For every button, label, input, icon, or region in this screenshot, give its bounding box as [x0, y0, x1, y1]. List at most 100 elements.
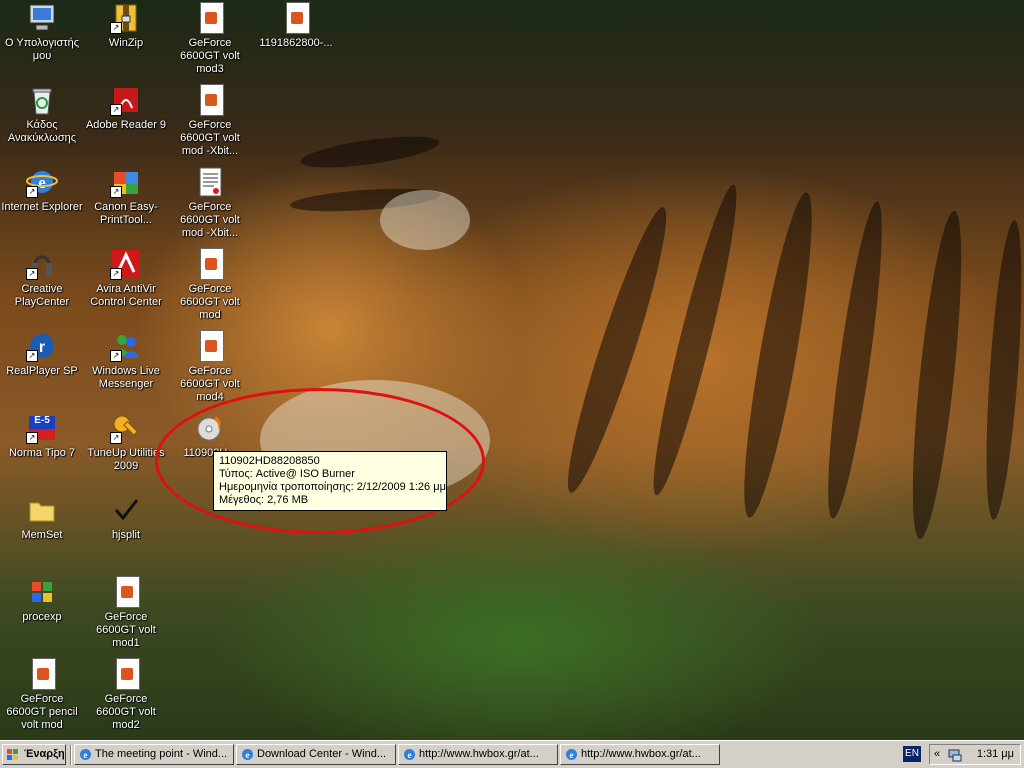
- shortcut-arrow-icon: ↗: [110, 186, 122, 198]
- desktop[interactable]: Ο Υπολογιστής μου Κάδος Ανακύκλωσης e ↗ …: [0, 0, 1024, 740]
- desktop-icon-geforce-mod[interactable]: GeForce 6600GT volt mod: [168, 248, 252, 322]
- checkmark-icon: [110, 494, 142, 526]
- tray-expand-button[interactable]: «: [934, 748, 940, 760]
- start-label: Έναρξη: [24, 748, 65, 760]
- icon-label: Norma Tipo 7: [8, 447, 76, 459]
- internet-explorer-icon: e: [80, 749, 91, 760]
- desktop-icon-hjsplit[interactable]: hjsplit: [84, 494, 168, 542]
- tooltip-type: Τύπος: Active@ ISO Burner: [219, 468, 355, 480]
- realplayer-icon: r ↗: [26, 330, 58, 362]
- icon-label: GeForce 6600GT volt mod -Xbit...: [180, 201, 240, 239]
- norma-tipo-icon: E-5 ↗: [26, 412, 58, 444]
- document-file-icon: [110, 576, 142, 608]
- wallpaper-stripe: [979, 219, 1024, 521]
- desktop-icon-geforce-mod4[interactable]: GeForce 6600GT volt mod4: [168, 330, 252, 404]
- text-document-icon: [194, 166, 226, 198]
- desktop-icon-1191862800[interactable]: 1191862800-...: [254, 2, 338, 50]
- icon-label: Ο Υπολογιστής μου: [4, 37, 80, 62]
- document-file-icon: [110, 658, 142, 690]
- icon-label: RealPlayer SP: [6, 365, 78, 377]
- desktop-icon-geforce-xbit-1[interactable]: GeForce 6600GT volt mod -Xbit...: [168, 84, 252, 158]
- shortcut-arrow-icon: ↗: [110, 350, 122, 362]
- icon-label: GeForce 6600GT volt mod: [180, 283, 240, 321]
- avira-umbrella-icon: ↗: [110, 248, 142, 280]
- icon-label: MemSet: [21, 529, 63, 541]
- desktop-icon-recycle-bin[interactable]: Κάδος Ανακύκλωσης: [0, 84, 84, 145]
- svg-text:e: e: [84, 750, 88, 760]
- icon-label: WinZip: [108, 37, 144, 49]
- desktop-icon-avira[interactable]: ↗ Avira AntiVir Control Center: [84, 248, 168, 309]
- icon-label: GeForce 6600GT pencil volt mod: [6, 693, 78, 731]
- desktop-icon-windows-live-messenger[interactable]: ↗ Windows Live Messenger: [84, 330, 168, 391]
- taskbar-task[interactable]: e http://www.hwbox.gr/at...: [398, 744, 558, 765]
- canon-printtool-icon: ↗: [110, 166, 142, 198]
- desktop-icon-geforce-pencil[interactable]: GeForce 6600GT pencil volt mod: [0, 658, 84, 732]
- task-label: http://www.hwbox.gr/at...: [419, 748, 539, 760]
- task-label: The meeting point - Wind...: [95, 748, 228, 760]
- norma-badge: E-5: [34, 415, 50, 426]
- icon-label: hjsplit: [111, 529, 141, 541]
- svg-text:e: e: [570, 750, 574, 760]
- document-file-icon: [194, 330, 226, 362]
- taskbar-task[interactable]: e The meeting point - Wind...: [74, 744, 234, 765]
- task-label: Download Center - Wind...: [257, 748, 386, 760]
- taskbar-task[interactable]: e http://www.hwbox.gr/at...: [560, 744, 720, 765]
- wallpaper-fur: [380, 190, 470, 250]
- document-file-icon: [194, 2, 226, 34]
- wallpaper-stripe: [817, 199, 893, 521]
- desktop-icon-winzip[interactable]: ↗ WinZip: [84, 2, 168, 50]
- my-computer-icon: [26, 2, 58, 34]
- clock[interactable]: 1:31 μμ: [977, 748, 1014, 760]
- desktop-icon-my-computer[interactable]: Ο Υπολογιστής μου: [0, 2, 84, 63]
- task-label: http://www.hwbox.gr/at...: [581, 748, 701, 760]
- language-indicator[interactable]: EN: [903, 746, 921, 762]
- shortcut-arrow-icon: ↗: [110, 22, 122, 34]
- internet-explorer-icon: e ↗: [26, 166, 58, 198]
- document-file-icon: [194, 84, 226, 116]
- desktop-icon-procexp[interactable]: procexp: [0, 576, 84, 624]
- icon-label: Κάδος Ανακύκλωσης: [7, 119, 77, 144]
- internet-explorer-icon: e: [404, 749, 415, 760]
- desktop-icon-internet-explorer[interactable]: e ↗ Internet Explorer: [0, 166, 84, 214]
- shortcut-arrow-icon: ↗: [26, 186, 38, 198]
- windows-flag-icon: [26, 576, 58, 608]
- creative-playcenter-icon: ↗: [26, 248, 58, 280]
- icon-label: Avira AntiVir Control Center: [90, 283, 162, 308]
- icon-label: Adobe Reader 9: [85, 119, 167, 131]
- tooltip-modified: Ημερομηνία τροποποίησης: 2/12/2009 1:26 …: [219, 481, 446, 493]
- system-tray: « 1:31 μμ: [929, 744, 1021, 765]
- shortcut-arrow-icon: ↗: [110, 268, 122, 280]
- internet-explorer-icon: e: [242, 749, 253, 760]
- tuneup-tools-icon: ↗: [110, 412, 142, 444]
- desktop-icon-canon-easyprint[interactable]: ↗ Canon Easy-PrintTool...: [84, 166, 168, 227]
- taskbar-separator: [70, 745, 72, 765]
- taskbar-task[interactable]: e Download Center - Wind...: [236, 744, 396, 765]
- shortcut-arrow-icon: ↗: [110, 432, 122, 444]
- tooltip-filename: 110902HD88208850: [219, 455, 320, 467]
- desktop-icon-memset[interactable]: MemSet: [0, 494, 84, 542]
- icon-label: Creative PlayCenter: [14, 283, 70, 308]
- document-file-icon: [194, 248, 226, 280]
- messenger-buddy-icon: ↗: [110, 330, 142, 362]
- adobe-reader-icon: ↗: [110, 84, 142, 116]
- shortcut-arrow-icon: ↗: [26, 268, 38, 280]
- desktop-icon-geforce-mod1[interactable]: GeForce 6600GT volt mod1: [84, 576, 168, 650]
- start-button[interactable]: Έναρξη: [2, 744, 66, 765]
- recycle-bin-icon: [26, 84, 58, 116]
- svg-text:e: e: [246, 750, 250, 760]
- svg-text:r: r: [39, 339, 45, 356]
- desktop-icon-adobe-reader[interactable]: ↗ Adobe Reader 9: [84, 84, 168, 132]
- network-tray-icon[interactable]: [947, 747, 963, 763]
- wallpaper-stripe: [902, 209, 972, 541]
- desktop-icon-creative-playcenter[interactable]: ↗ Creative PlayCenter: [0, 248, 84, 309]
- icon-label: GeForce 6600GT volt mod1: [96, 611, 156, 649]
- desktop-icon-realplayer[interactable]: r ↗ RealPlayer SP: [0, 330, 84, 378]
- icon-label: Canon Easy-PrintTool...: [94, 201, 158, 226]
- desktop-icon-geforce-mod2[interactable]: GeForce 6600GT volt mod2: [84, 658, 168, 732]
- svg-text:e: e: [408, 750, 412, 760]
- desktop-icon-norma-tipo[interactable]: E-5 ↗ Norma Tipo 7: [0, 412, 84, 460]
- desktop-icon-geforce-mod3[interactable]: GeForce 6600GT volt mod3: [168, 2, 252, 76]
- desktop-icon-geforce-xbit-2[interactable]: GeForce 6600GT volt mod -Xbit...: [168, 166, 252, 240]
- icon-label: 1191862800-...: [259, 37, 333, 49]
- shortcut-arrow-icon: ↗: [26, 432, 38, 444]
